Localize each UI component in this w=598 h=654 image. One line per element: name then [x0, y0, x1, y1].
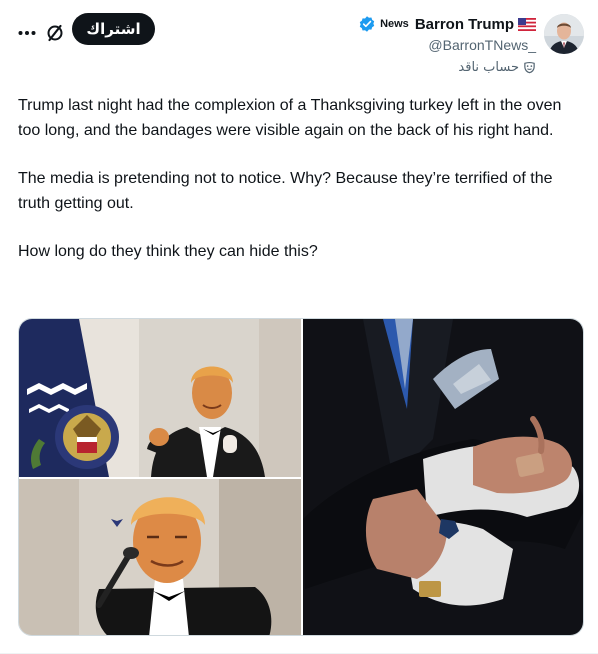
tweet-paragraph: How long do they think they can hide thi…: [18, 243, 318, 260]
tweet-text: Trump last night had the complexion of a…: [18, 94, 580, 289]
news-label: News: [380, 18, 409, 30]
photo-image: [303, 319, 583, 635]
avatar[interactable]: [544, 14, 584, 54]
photo-image: [19, 479, 301, 635]
us-flag-icon: [518, 17, 536, 31]
parody-label: حساب ناقد: [458, 60, 519, 75]
avatar-image: [544, 14, 584, 54]
parody-mask-icon: [524, 62, 535, 74]
media-photo-1[interactable]: [19, 319, 301, 477]
display-name[interactable]: Barron Trump: [415, 16, 514, 33]
media-grid: [18, 318, 584, 636]
more-options-button[interactable]: [16, 24, 38, 42]
more-horizontal-icon: [18, 31, 36, 35]
photo-image: [19, 319, 301, 477]
subscribe-button[interactable]: اشتراك: [72, 13, 155, 45]
media-photo-2[interactable]: [303, 319, 583, 635]
verified-badge-icon: [359, 16, 375, 32]
user-handle[interactable]: @BarronTNews_: [428, 37, 536, 53]
grok-icon: [47, 24, 63, 42]
tweet-paragraph: The media is pretending not to notice. W…: [18, 170, 553, 212]
grok-button[interactable]: [44, 22, 66, 44]
name-row: News Barron Trump: [358, 14, 536, 34]
tweet-header: اشتراك News Barron Trump @BarronTNews_ ح…: [0, 10, 598, 80]
media-photo-3[interactable]: [19, 479, 301, 635]
tweet-card: اشتراك News Barron Trump @BarronTNews_ ح…: [0, 0, 598, 654]
parody-label-row: حساب ناقد: [458, 60, 536, 75]
tweet-paragraph: Trump last night had the complexion of a…: [18, 97, 562, 139]
